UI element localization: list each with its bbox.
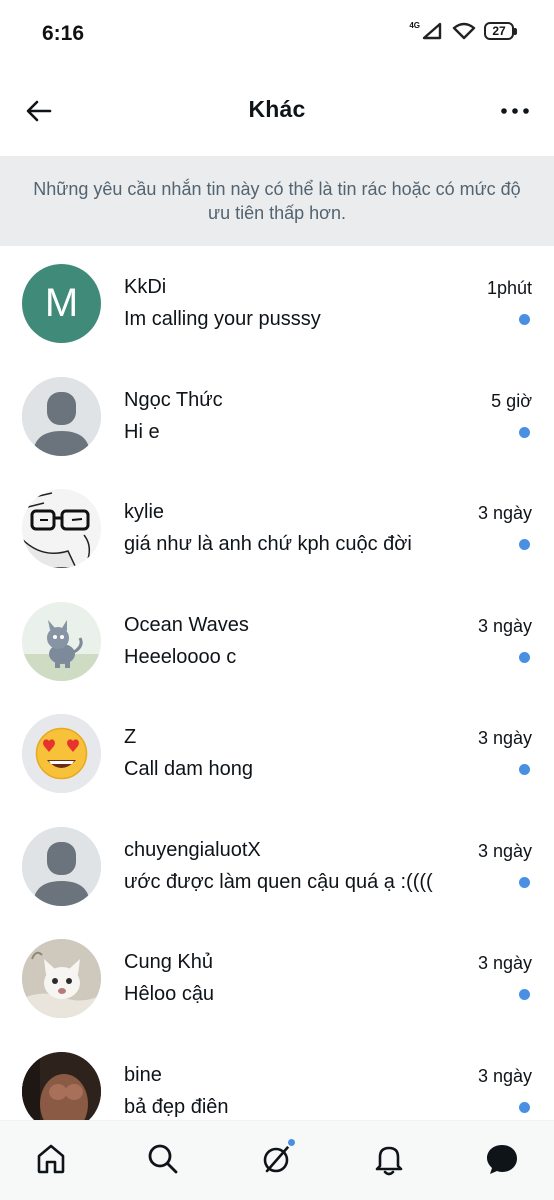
- message-preview: Im calling your pusssy: [124, 308, 321, 330]
- unread-dot: [519, 1101, 530, 1113]
- message-time: 3 ngày: [477, 1065, 532, 1086]
- message-preview: giá như là anh chứ kph cuộc đời: [124, 533, 412, 555]
- status-time: 6:16: [42, 22, 85, 45]
- message-preview: Heeeloooo c: [124, 645, 237, 668]
- message-time: 3 ngày: [477, 953, 532, 973]
- message-time: 3 ngày: [477, 728, 532, 748]
- white-cat-photo-icon: [22, 939, 101, 1018]
- message-time: 1phút: [486, 278, 532, 298]
- network-label: 4G: [409, 20, 420, 30]
- avatar[interactable]: [22, 489, 101, 568]
- unread-dot: [519, 426, 530, 438]
- message-preview: bả đẹp điên: [124, 1095, 229, 1118]
- conversation-item[interactable]: Ocean Waves Heeeloooo c 3 ngày: [0, 584, 554, 697]
- message-preview: Hi e: [124, 420, 160, 443]
- messages-icon: [487, 1145, 517, 1174]
- unread-dot: [519, 651, 530, 663]
- home-icon: [37, 1144, 65, 1174]
- conversation-item[interactable]: kylie giá như là anh chứ kph cuộc đời 3 …: [0, 471, 554, 584]
- bottom-tab-bar: [0, 1120, 554, 1200]
- notification-dot: [286, 1137, 297, 1148]
- status-icons: 4G 27: [409, 20, 517, 40]
- search-icon: [148, 1144, 178, 1174]
- message-time: 3 ngày: [477, 615, 532, 636]
- sender-name: Ngọc Thức: [124, 388, 223, 411]
- sender-name: chuyengialuotX: [124, 838, 261, 861]
- message-preview: ước được làm quen cậu quá ạ :((((: [124, 870, 433, 893]
- message-preview: Call dam hong: [124, 758, 253, 780]
- more-options-button[interactable]: [498, 94, 532, 128]
- status-bar: 6:16 4G 27: [0, 0, 554, 70]
- heart-eyes-emoji-icon: [22, 714, 101, 793]
- sender-name: KkDi: [124, 276, 167, 298]
- unread-dot: [519, 314, 530, 325]
- sender-name: Ocean Waves: [124, 613, 249, 636]
- default-profile-icon: [22, 376, 101, 456]
- unread-dot: [519, 989, 530, 1000]
- conversation-item[interactable]: Z Call dam hong 3 ngày: [0, 696, 554, 809]
- message-time: 3 ngày: [477, 840, 532, 861]
- notice-text: Những yêu cầu nhắn tin này có thể là tin…: [33, 179, 521, 223]
- avatar[interactable]: M: [22, 264, 101, 343]
- message-preview: Hêloo cậu: [124, 983, 215, 1005]
- battery-level: 27: [492, 24, 506, 38]
- more-horizontal-icon: [501, 108, 529, 114]
- conversation-item[interactable]: chuyengialuotX ước được làm quen cậu quá…: [0, 809, 554, 922]
- tab-search[interactable]: [145, 1141, 181, 1177]
- conversation-item[interactable]: bine bả đẹp điên 3 ngày: [0, 1034, 554, 1120]
- default-profile-icon: [22, 826, 101, 906]
- tab-home[interactable]: [33, 1141, 69, 1177]
- avatar[interactable]: [22, 826, 101, 906]
- signal-icon: [422, 22, 442, 40]
- avatar[interactable]: [22, 714, 101, 793]
- conversation-item[interactable]: Cung Khủ Hêloo cậu 3 ngày: [0, 921, 554, 1034]
- avatar[interactable]: [22, 1051, 101, 1120]
- tab-messages[interactable]: [484, 1141, 520, 1177]
- cartoon-cat-icon: [22, 601, 101, 681]
- avatar[interactable]: [22, 376, 101, 456]
- sender-name: bine: [124, 1063, 162, 1086]
- tab-grok[interactable]: [259, 1137, 297, 1177]
- tab-notifications[interactable]: [371, 1141, 407, 1177]
- avatar-letter: M: [44, 281, 79, 325]
- sender-name: Z: [124, 726, 137, 748]
- dark-photo-icon: [22, 1051, 101, 1120]
- battery-icon: 27: [484, 22, 517, 40]
- header: Khác: [0, 80, 554, 142]
- unread-dot: [519, 764, 530, 775]
- avatar[interactable]: [22, 601, 101, 681]
- sketch-face-icon: [22, 489, 101, 568]
- unread-dot: [519, 876, 530, 888]
- sender-name: kylie: [124, 501, 165, 523]
- unread-dot: [519, 539, 530, 550]
- sender-name: Cung Khủ: [124, 951, 213, 973]
- avatar[interactable]: [22, 939, 101, 1018]
- message-time: 3 ngày: [477, 503, 532, 523]
- wifi-icon: [452, 22, 476, 40]
- page-title: Khác: [248, 96, 306, 122]
- spam-notice-banner: Những yêu cầu nhắn tin này có thể là tin…: [0, 156, 554, 246]
- bell-icon: [375, 1146, 403, 1176]
- conversation-item[interactable]: M KkDi Im calling your pusssy 1phút: [0, 246, 554, 359]
- conversation-list: M KkDi Im calling your pusssy 1phút Ngọc…: [0, 246, 554, 1120]
- message-time: 5 giờ: [491, 390, 532, 411]
- conversation-item[interactable]: Ngọc Thức Hi e 5 giờ: [0, 359, 554, 472]
